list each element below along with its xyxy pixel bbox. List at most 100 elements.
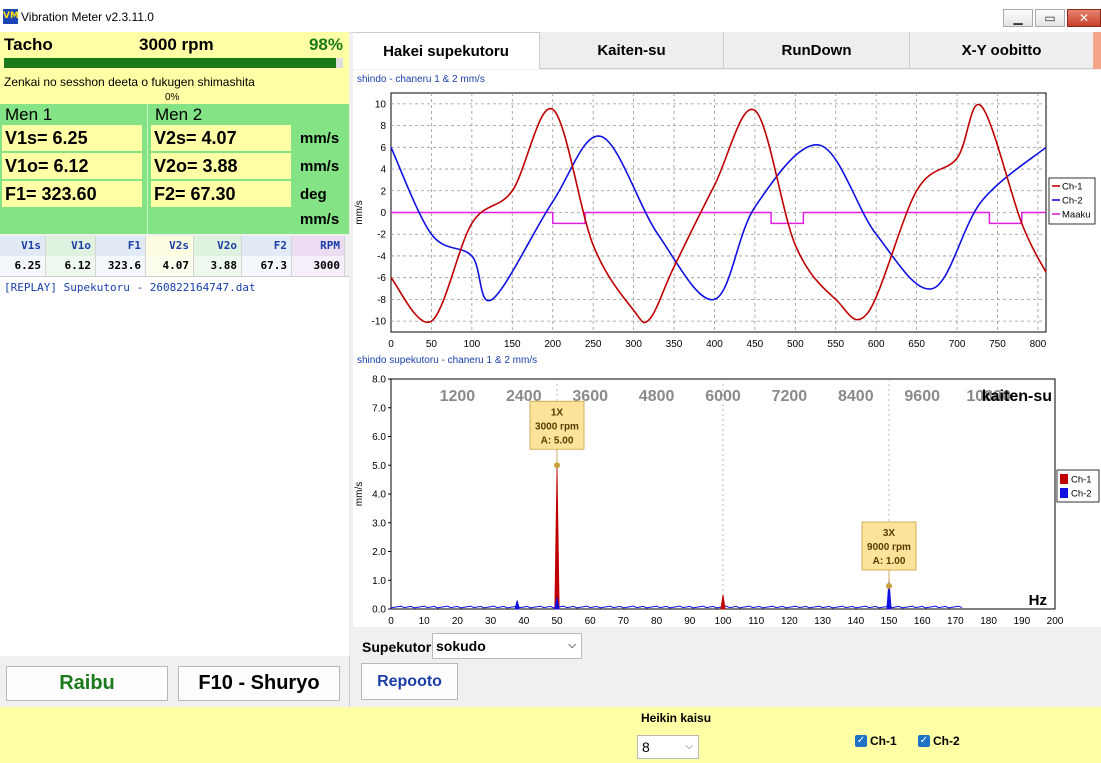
average-count-label: Heikin kaisu (641, 711, 712, 725)
results-table: V1s V1o F1 V2s V2o F2 RPM 6.25 6.12 323.… (0, 234, 349, 276)
table-cell: 3.88 (194, 256, 242, 276)
chevron-down-icon: ⌵ (685, 741, 693, 752)
table-header: F2 (242, 236, 292, 256)
rpm-tick-label: 7200 (772, 388, 808, 405)
table-cell: 323.6 (96, 256, 146, 276)
tacho-panel: Tacho 3000 rpm 98% Zenkai no sesshon dee… (0, 32, 349, 104)
marker-3x-text: A: 1.00 (873, 556, 906, 567)
spectrum-legend-label: Ch-1 (1071, 475, 1092, 486)
spectrum-y-label: mm/s (354, 482, 365, 506)
waveform-legend-label: Maaku (1062, 210, 1091, 221)
waveform-y-tick: -2 (377, 230, 386, 241)
waveform-x-tick: 500 (787, 339, 804, 350)
spectrum-y-tick: 8.0 (372, 375, 386, 386)
spectrum-y-tick: 0.0 (372, 605, 386, 616)
marker-1x-text: 3000 rpm (535, 421, 579, 432)
tab-rotation-speed[interactable]: Kaiten-su (539, 32, 723, 69)
waveform-x-tick: 550 (827, 339, 844, 350)
spectrum-x-tick: 190 (1013, 616, 1030, 627)
rpm-tick-label: 6000 (705, 388, 741, 405)
waveform-x-tick: 750 (989, 339, 1006, 350)
spectrum-x-tick: 60 (585, 616, 597, 627)
waveform-x-tick: 0 (388, 339, 394, 350)
left-button-bar: Raibu F10 - Shuryo (0, 656, 350, 706)
progress-fill (4, 58, 337, 68)
report-button[interactable]: Repooto (361, 663, 458, 700)
waveform-y-tick: 4 (380, 165, 386, 176)
charts-svg[interactable]: 0 50 100 150 200 250 300 350 400 450 500 550 600 650 7… (353, 70, 1101, 627)
spectrum-x-tick: 140 (847, 616, 864, 627)
panel-divider (147, 104, 148, 234)
log-line: [REPLAY] Supekutoru - 260822164747.dat (4, 281, 256, 294)
chevron-down-icon: ⌵ (568, 640, 576, 651)
tacho-rpm: 3000 rpm (139, 35, 214, 54)
waveform-x-tick: 50 (426, 339, 438, 350)
rpm-tick-label: 1200 (440, 388, 476, 405)
marker-3x-dot (886, 583, 892, 589)
table-header: V2o (194, 236, 242, 256)
window-title: Vibration Meter v2.3.11.0 (21, 10, 154, 24)
plane2-title: Men 2 (155, 105, 203, 124)
spectrum-type-select[interactable]: sokudo ⌵ (432, 633, 582, 659)
waveform-x-tick: 150 (504, 339, 521, 350)
ch1-checkbox[interactable]: ✓ (855, 735, 867, 747)
tab-scroll-indicator (1093, 32, 1101, 69)
status-message: Zenkai no sesshon deeta o fukugen shimas… (4, 75, 255, 89)
spectrum-x-tick: 80 (651, 616, 663, 627)
ch2-checkbox[interactable]: ✓ (918, 735, 930, 747)
waveform-y-tick: -6 (377, 273, 386, 284)
spectrum-type-value: sokudo (436, 638, 486, 654)
spectrum-x-tick: 100 (715, 616, 732, 627)
right-control-bar: Supekutoru sokudo ⌵ Repooto (352, 627, 1101, 707)
tab-xy-orbit[interactable]: X-Y oobitto (909, 32, 1093, 69)
plane1-title: Men 1 (5, 105, 53, 124)
v1s-value: V1s= 6.25 (2, 125, 142, 151)
spectrum-x-tick: 180 (980, 616, 997, 627)
f1-value: F1= 323.60 (2, 181, 142, 207)
spectrum-y-tick: 3.0 (372, 518, 386, 529)
spectrum-legend-swatch (1060, 488, 1068, 498)
spectrum-x-tick: 10 (419, 616, 431, 627)
spectrum-legend-swatch (1060, 474, 1068, 484)
waveform-y-tick: 6 (380, 143, 386, 154)
tacho-percent: 98% (308, 35, 343, 54)
waveform-y-label: mm/s (354, 200, 365, 224)
unit-label: mm/s (300, 158, 340, 175)
waveform-x-tick: 400 (706, 339, 723, 350)
chart-area: shindo - chaneru 1 & 2 mm/s shindo supek… (353, 70, 1101, 627)
rpm-tick-label: 8400 (838, 388, 874, 405)
spectrum-y-tick: 6.0 (372, 432, 386, 443)
v2o-value: V2o= 3.88 (151, 153, 291, 179)
spectrum-top-label: kaiten-su (982, 388, 1052, 405)
log-area[interactable]: [REPLAY] Supekutoru - 260822164747.dat (0, 276, 349, 657)
waveform-x-tick: 200 (544, 339, 561, 350)
waveform-y-tick: 8 (380, 121, 386, 132)
minimize-button[interactable]: ▁ (1003, 9, 1033, 27)
average-count-select[interactable]: 8 ⌵ (637, 735, 699, 759)
footer-bar: Heikin kaisu 8 ⌵ ✓ Ch-1 ✓ Ch-2 (0, 707, 1101, 763)
waveform-x-tick: 350 (666, 339, 683, 350)
waveform-y-tick: 10 (375, 99, 387, 110)
unit-label: mm/s (300, 211, 340, 228)
rpm-tick-label: 4800 (639, 388, 675, 405)
spectrum-type-label: Supekutoru (362, 639, 432, 655)
spectrum-x-tick: 40 (518, 616, 530, 627)
spectrum-x-tick: 70 (618, 616, 630, 627)
marker-3x-text: 9000 rpm (867, 542, 911, 553)
maximize-button[interactable]: ▭ (1035, 9, 1065, 27)
f2-value: F2= 67.30 (151, 181, 291, 207)
v2s-value: V2s= 4.07 (151, 125, 291, 151)
exit-button[interactable]: F10 - Shuryo (178, 666, 340, 701)
marker-1x-dot (554, 462, 560, 469)
spectrum-y-tick: 5.0 (372, 461, 386, 472)
live-button[interactable]: Raibu (6, 666, 168, 701)
waveform-y-tick: -8 (377, 295, 386, 306)
tab-waveform[interactable]: Hakei supekutoru (353, 32, 539, 69)
tab-rundown[interactable]: RunDown (723, 32, 909, 69)
spectrum-x-tick: 0 (388, 616, 394, 627)
close-button[interactable]: ✕ (1067, 9, 1101, 27)
table-cell: 67.3 (242, 256, 292, 276)
spectrum-x-tick: 130 (814, 616, 831, 627)
table-cell: 3000 (292, 256, 345, 276)
spectrum-x-tick: 50 (551, 616, 563, 627)
